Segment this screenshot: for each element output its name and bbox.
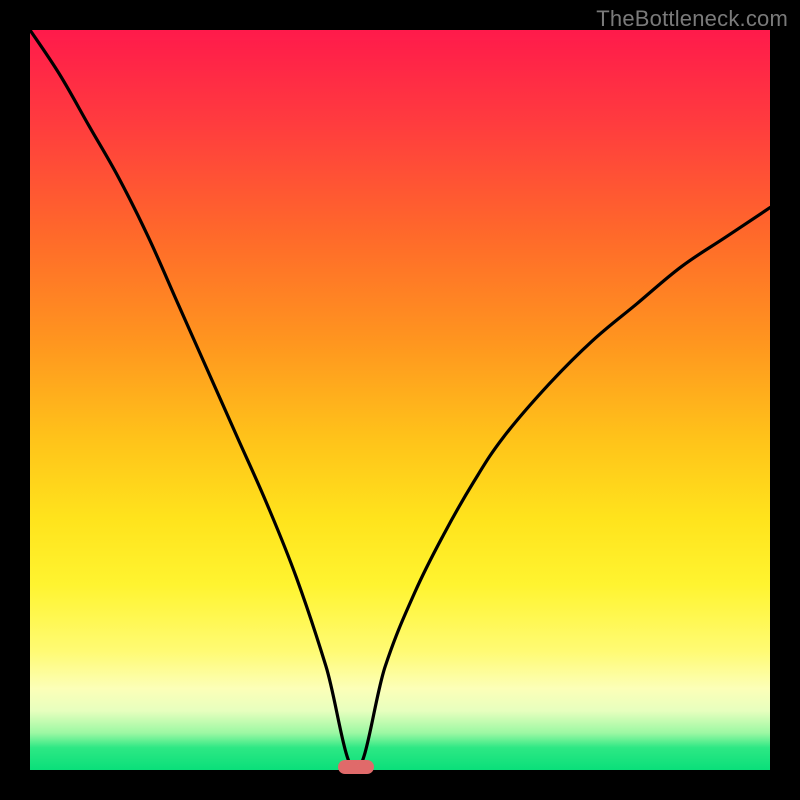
- chart-frame: TheBottleneck.com: [0, 0, 800, 800]
- chart-plot-area: [30, 30, 770, 770]
- min-marker: [338, 760, 374, 774]
- bottleneck-curve: [30, 30, 770, 770]
- watermark-text: TheBottleneck.com: [596, 6, 788, 32]
